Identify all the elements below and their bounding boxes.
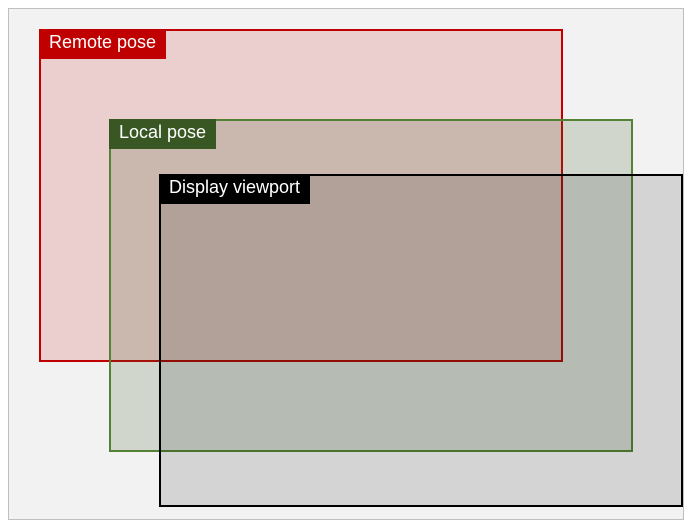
remote-pose-label: Remote pose [39, 29, 166, 59]
display-viewport-box: Display viewport [159, 174, 683, 507]
diagram-canvas: Remote pose Local pose Display viewport [8, 8, 684, 520]
local-pose-label: Local pose [109, 119, 216, 149]
display-viewport-label: Display viewport [159, 174, 310, 204]
